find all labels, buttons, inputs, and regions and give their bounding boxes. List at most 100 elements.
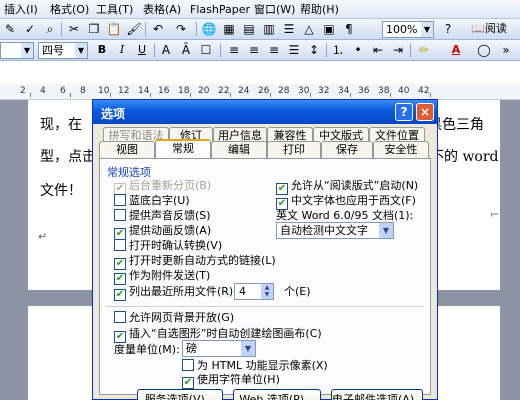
checkbox-unchecked-icon	[182, 359, 194, 371]
read-icon: 📖	[471, 22, 485, 35]
doc-line-2-right: 不的 word	[430, 149, 499, 165]
word-compat-select[interactable]: 自动检测中文文字 ▼	[276, 222, 394, 239]
italic-button[interactable]: I	[114, 42, 130, 58]
ruler-tick	[190, 93, 191, 97]
insert-excel-icon[interactable]: ▥	[261, 21, 277, 37]
align-justify-icon[interactable]: ≡	[226, 42, 242, 58]
line-spacing-icon[interactable]: ↕	[306, 42, 322, 58]
decrease-indent-icon[interactable]: ⇤	[370, 42, 386, 58]
tab-view[interactable]: 视图	[99, 141, 155, 158]
help-button[interactable]: ?	[395, 103, 413, 121]
cut-icon[interactable]: ✂	[66, 21, 82, 37]
char-scale-icon[interactable]: ☐	[198, 42, 214, 58]
align-right-icon[interactable]: ≡	[266, 42, 282, 58]
chevron-down-icon[interactable]: ▼	[421, 22, 433, 37]
zoom-combo[interactable]: 100% ▼	[382, 21, 434, 38]
checkbox-unchecked-icon	[114, 239, 126, 251]
hyperlink-icon[interactable]: 🌐	[201, 21, 217, 37]
unit-select[interactable]: 磅 ▼	[182, 340, 256, 357]
option-send-as-attachment[interactable]: ✔ 作为附件发送(T)	[114, 269, 210, 285]
service-options-button[interactable]: 服务选项(V)...	[137, 389, 223, 400]
drawing-icon[interactable]: △	[301, 21, 317, 37]
close-button[interactable]: ×	[416, 103, 434, 121]
toolbar-options-icon[interactable]: »	[498, 42, 514, 58]
spinner-arrows-icon[interactable]: ▲ ▼	[261, 284, 273, 299]
menu-flashpaper[interactable]: FlashPaper	[190, 3, 250, 17]
ruler-tick	[350, 93, 351, 97]
char-border-icon[interactable]: A	[158, 42, 174, 58]
tab-security[interactable]: 安全性	[373, 141, 429, 158]
option-background-repagination[interactable]: ✔ 后台重新分页(B)	[114, 179, 211, 195]
chevron-down-icon[interactable]: ▼	[21, 43, 33, 58]
dialog-titlebar[interactable]: 选项 ? ×	[93, 100, 437, 124]
menu-tools[interactable]: 工具(T)	[96, 3, 133, 17]
document-map-icon[interactable]: ▣	[321, 21, 337, 37]
option-html-pixels[interactable]: 为 HTML 功能显示像素(X)	[182, 359, 328, 373]
columns-icon[interactable]: ☰	[281, 21, 297, 37]
underline-button[interactable]: U	[134, 42, 150, 58]
ruler-tick	[230, 93, 231, 97]
web-options-button[interactable]: Web 选项(P)...	[233, 389, 321, 400]
margin-corner-icon: ⌐	[490, 208, 500, 221]
option-sound-feedback[interactable]: 提供声音反馈(S)	[114, 209, 211, 223]
email-options-button[interactable]: 电子邮件选项(A)...	[331, 389, 423, 400]
option-drawing-canvas[interactable]: ✔ 插入“自选图形”时自动创建绘图画布(C)	[114, 327, 322, 343]
insert-table-icon[interactable]: ▤	[241, 21, 257, 37]
copy-icon[interactable]: ❐	[86, 21, 102, 37]
bold-button[interactable]: B	[94, 42, 110, 58]
char-shading-icon[interactable]: Ā	[178, 42, 194, 58]
increase-indent-icon[interactable]: ⇥	[390, 42, 406, 58]
menu-window[interactable]: 窗口(W)	[254, 3, 295, 17]
undo-icon[interactable]: ↶	[150, 21, 166, 37]
numbering-icon[interactable]: ⒈	[330, 42, 346, 58]
font-name-combo[interactable]: ▼	[0, 42, 34, 59]
format-painter-icon[interactable]: ✎	[2, 21, 18, 37]
doc-line-3: 文件！	[40, 183, 82, 199]
read-button[interactable]: 📖阅读	[462, 21, 516, 37]
option-animation-feedback[interactable]: ✔ 提供动画反馈(A)	[114, 224, 211, 240]
chevron-down-icon[interactable]: ▼	[241, 341, 255, 356]
option-char-units[interactable]: ✔ 使用字符单位(H)	[182, 373, 280, 389]
show-hide-icon[interactable]: ¶	[341, 21, 357, 37]
menu-help[interactable]: 帮助(H)	[300, 3, 339, 17]
ruler-tick	[30, 93, 31, 97]
ruler-tick	[430, 93, 431, 97]
option-chinese-font-western[interactable]: ✔ 中文字体也应用于西文(F)	[276, 194, 416, 210]
ruler-number: 8	[80, 86, 86, 96]
ruler-tick	[270, 93, 271, 97]
chevron-down-icon[interactable]: ▼	[379, 223, 393, 238]
font-size-combo[interactable]: 四号 ▼	[38, 42, 88, 59]
menu-format[interactable]: 格式(O)	[50, 3, 89, 17]
help-icon[interactable]: ?	[440, 21, 456, 37]
align-center-icon[interactable]: ≡	[246, 42, 262, 58]
tables-borders-icon[interactable]: ▦	[221, 21, 237, 37]
redo-icon[interactable]: ↷	[173, 21, 189, 37]
tab-print[interactable]: 打印	[267, 141, 321, 158]
bullets-icon[interactable]: •	[350, 42, 366, 58]
distributed-icon[interactable]: ☰	[286, 42, 302, 58]
format-brush-icon[interactable]: 🖌	[126, 21, 142, 37]
tab-general[interactable]: 常规	[155, 139, 211, 158]
ruler-number: 4	[40, 86, 46, 96]
menu-table[interactable]: 表格(A)	[143, 3, 181, 17]
menu-insert[interactable]: 插入(I)	[4, 3, 38, 17]
option-recent-files[interactable]: ✔ 列出最近所用文件(R):	[114, 285, 237, 301]
spellcheck-icon[interactable]: ✓	[22, 21, 38, 37]
highlight-icon[interactable]: ✏	[416, 42, 432, 58]
recent-files-count-spinner[interactable]: 4 ▲ ▼	[234, 283, 274, 300]
option-confirm-conversion[interactable]: 打开时确认转换(V)	[114, 239, 222, 253]
tab-edit[interactable]: 编辑	[211, 141, 267, 158]
checkbox-checked-icon: ✔	[182, 377, 194, 389]
chevron-down-icon[interactable]: ▼	[75, 43, 87, 58]
option-web-background[interactable]: 允许网页背景开放(G)	[114, 311, 234, 325]
font-color-button[interactable]: A	[448, 42, 464, 58]
tab-save[interactable]: 保存	[321, 141, 373, 158]
option-blue-background[interactable]: 蓝底白字(U)	[114, 194, 190, 208]
ruler-number: 40	[398, 86, 410, 96]
enclose-char-icon[interactable]: ◯	[476, 42, 492, 58]
ruler-number: 2	[20, 86, 26, 96]
research-icon[interactable]: ⌕	[42, 21, 58, 37]
option-allow-reading-layout[interactable]: ✔ 允许从“阅读版式”启动(N)	[276, 179, 418, 195]
option-update-links[interactable]: ✔ 打开时更新自动方式的链接(L)	[114, 254, 276, 270]
paste-icon[interactable]: 📋	[106, 21, 122, 37]
